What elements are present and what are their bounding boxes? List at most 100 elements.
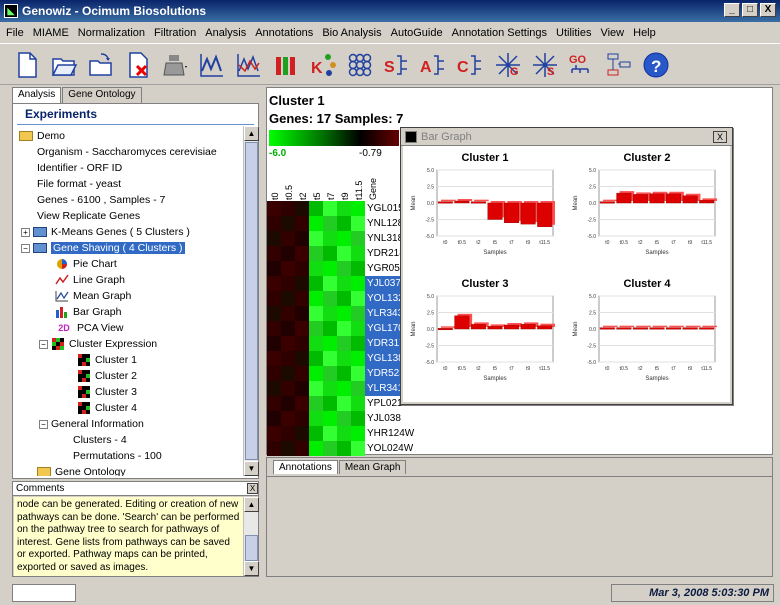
heatmap-cell — [295, 291, 309, 306]
bar-chart-icon[interactable] — [271, 50, 301, 80]
tree-node-line-graph[interactable]: Line Graph — [55, 272, 125, 288]
tree-node-permutations[interactable]: Permutations - 100 — [73, 448, 162, 464]
c-clustering-label: C — [457, 59, 469, 76]
tab-analysis[interactable]: Analysis — [12, 87, 62, 103]
new-file-icon[interactable] — [12, 50, 42, 80]
scroll-up-icon[interactable]: ▲ — [244, 497, 259, 512]
tree-node-gene-shaving[interactable]: − Gene Shaving ( 4 Clusters ) — [21, 240, 185, 256]
comments-scrollbar[interactable]: ▲ ▼ — [243, 497, 259, 576]
tree-node-pie-chart[interactable]: Pie Chart — [55, 256, 117, 272]
help-icon[interactable]: ? — [641, 50, 671, 80]
k-means-icon[interactable]: K — [308, 50, 338, 80]
gene-row[interactable]: YHR124W — [365, 426, 425, 441]
menu-miame[interactable]: MIAME — [33, 27, 69, 39]
minimize-button[interactable]: _ — [724, 3, 740, 17]
tab-mean-graph[interactable]: Mean Graph — [338, 460, 407, 474]
scroll-down-icon[interactable]: ▼ — [244, 461, 259, 476]
menu-bio-analysis[interactable]: Bio Analysis — [322, 27, 381, 39]
menu-analysis[interactable]: Analysis — [205, 27, 246, 39]
scroll-thumb[interactable] — [245, 142, 258, 460]
gene-row[interactable]: YJL038 — [365, 411, 425, 426]
tree-node-replicate-genes[interactable]: View Replicate Genes — [37, 208, 140, 224]
heatmap-icon — [77, 370, 91, 382]
multi-line-chart-icon[interactable] — [234, 50, 264, 80]
tree-node-kmeans[interactable]: + K-Means Genes ( 5 Clusters ) — [21, 224, 190, 240]
open-file-icon[interactable] — [86, 50, 116, 80]
tree-node-pca-view[interactable]: 2D PCA View — [55, 320, 123, 336]
tree-node-gene-ontology[interactable]: Gene Ontology — [37, 464, 126, 476]
menu-utilities[interactable]: Utilities — [556, 27, 591, 39]
menu-help[interactable]: Help — [633, 27, 656, 39]
menu-normalization[interactable]: Normalization — [78, 27, 145, 39]
gene-row[interactable]: YOL024W — [365, 441, 425, 456]
line-chart-icon[interactable] — [197, 50, 227, 80]
bar — [537, 325, 553, 330]
cluster-title: Cluster 1 — [269, 93, 325, 108]
collapse-icon[interactable]: − — [21, 243, 30, 253]
heatmap-cell — [309, 336, 323, 351]
collapse-icon[interactable]: − — [39, 339, 48, 349]
tree-node-cluster-3[interactable]: Cluster 3 — [77, 384, 137, 400]
tree-node-cluster-expression[interactable]: − Cluster Expression — [39, 336, 157, 352]
som-icon[interactable] — [345, 50, 375, 80]
heatmap-cell — [351, 441, 365, 456]
heatmap-row — [267, 381, 365, 396]
tree-node-cluster-4[interactable]: Cluster 4 — [77, 400, 137, 416]
a-clustering-icon[interactable]: A — [419, 50, 449, 80]
g-network-icon[interactable]: G — [493, 50, 523, 80]
scroll-down-icon[interactable]: ▼ — [244, 561, 259, 576]
x-axis-label: Samples — [483, 250, 506, 256]
tree-node-cluster-2[interactable]: Cluster 2 — [77, 368, 137, 384]
s-clustering-icon[interactable]: S — [382, 50, 412, 80]
tree-node-organism[interactable]: Organism - Saccharomyces cerevisiae — [37, 144, 217, 160]
menu-file[interactable]: File — [6, 27, 24, 39]
tree-scrollbar[interactable]: ▲ ▼ — [243, 126, 259, 476]
y-tick-label: -2.5 — [425, 218, 434, 224]
heatmap-row — [267, 291, 365, 306]
tree-node-clusters-count[interactable]: Clusters - 4 — [73, 432, 127, 448]
heatmap-cell — [295, 396, 309, 411]
open-folder-icon[interactable] — [49, 50, 79, 80]
y-tick-label: 0.0 — [427, 327, 434, 333]
menu-annotations[interactable]: Annotations — [255, 27, 313, 39]
column-labels: t0 t0.5 t2 t5 t7 t9 t11.5 Gene — [267, 164, 387, 200]
tree-node-demo[interactable]: Demo — [19, 128, 65, 144]
heatmap-cell — [281, 441, 295, 456]
expression-heatmap[interactable] — [267, 201, 365, 456]
tree-node-file-format[interactable]: File format - yeast — [37, 176, 121, 192]
pathway-icon[interactable] — [604, 50, 634, 80]
heatmap-cell — [281, 246, 295, 261]
maximize-button[interactable]: □ — [742, 3, 758, 17]
tab-gene-ontology[interactable]: Gene Ontology — [62, 87, 142, 103]
close-button[interactable]: X — [760, 3, 776, 17]
weight-icon[interactable] — [160, 50, 190, 80]
y-axis-label: Mean — [573, 195, 579, 210]
tree-node-bar-graph[interactable]: Bar Graph — [55, 304, 121, 320]
bar-chart-svg: 5.0 2.5 0.0 -2.5 -5.0 t0 t0.5 t2 t5 t7 t9 t11.5 Samp… — [411, 294, 555, 382]
tree-node-mean-graph[interactable]: Mean Graph — [55, 288, 131, 304]
y-tick-label: -5.0 — [587, 234, 596, 240]
c-clustering-icon[interactable]: C — [456, 50, 486, 80]
tree-node-genes-samples[interactable]: Genes - 6100 , Samples - 7 — [37, 192, 165, 208]
scroll-thumb[interactable] — [245, 535, 258, 561]
heatmap-cell — [351, 246, 365, 261]
menu-annotation-settings[interactable]: Annotation Settings — [452, 27, 547, 39]
close-icon[interactable]: X — [713, 131, 727, 143]
bar — [520, 324, 536, 330]
menu-autoguide[interactable]: AutoGuide — [391, 27, 443, 39]
s-network-icon[interactable]: S — [530, 50, 560, 80]
tree-node-general-information[interactable]: − General Information — [39, 416, 144, 432]
menu-view[interactable]: View — [600, 27, 624, 39]
tree-node-identifier[interactable]: Identifier - ORF ID — [37, 160, 122, 176]
x-tick-label: t0.5 — [620, 366, 629, 372]
heatmap-cell — [351, 396, 365, 411]
tab-annotations[interactable]: Annotations — [273, 460, 338, 474]
go-icon[interactable]: GO — [567, 50, 597, 80]
scroll-up-icon[interactable]: ▲ — [244, 126, 259, 141]
expand-icon[interactable]: + — [21, 227, 30, 237]
menu-filtration[interactable]: Filtration — [154, 27, 196, 39]
tree-node-cluster-1[interactable]: Cluster 1 — [77, 352, 137, 368]
delete-file-icon[interactable] — [123, 50, 153, 80]
collapse-icon[interactable]: − — [39, 419, 48, 429]
close-icon[interactable]: X — [247, 483, 258, 494]
